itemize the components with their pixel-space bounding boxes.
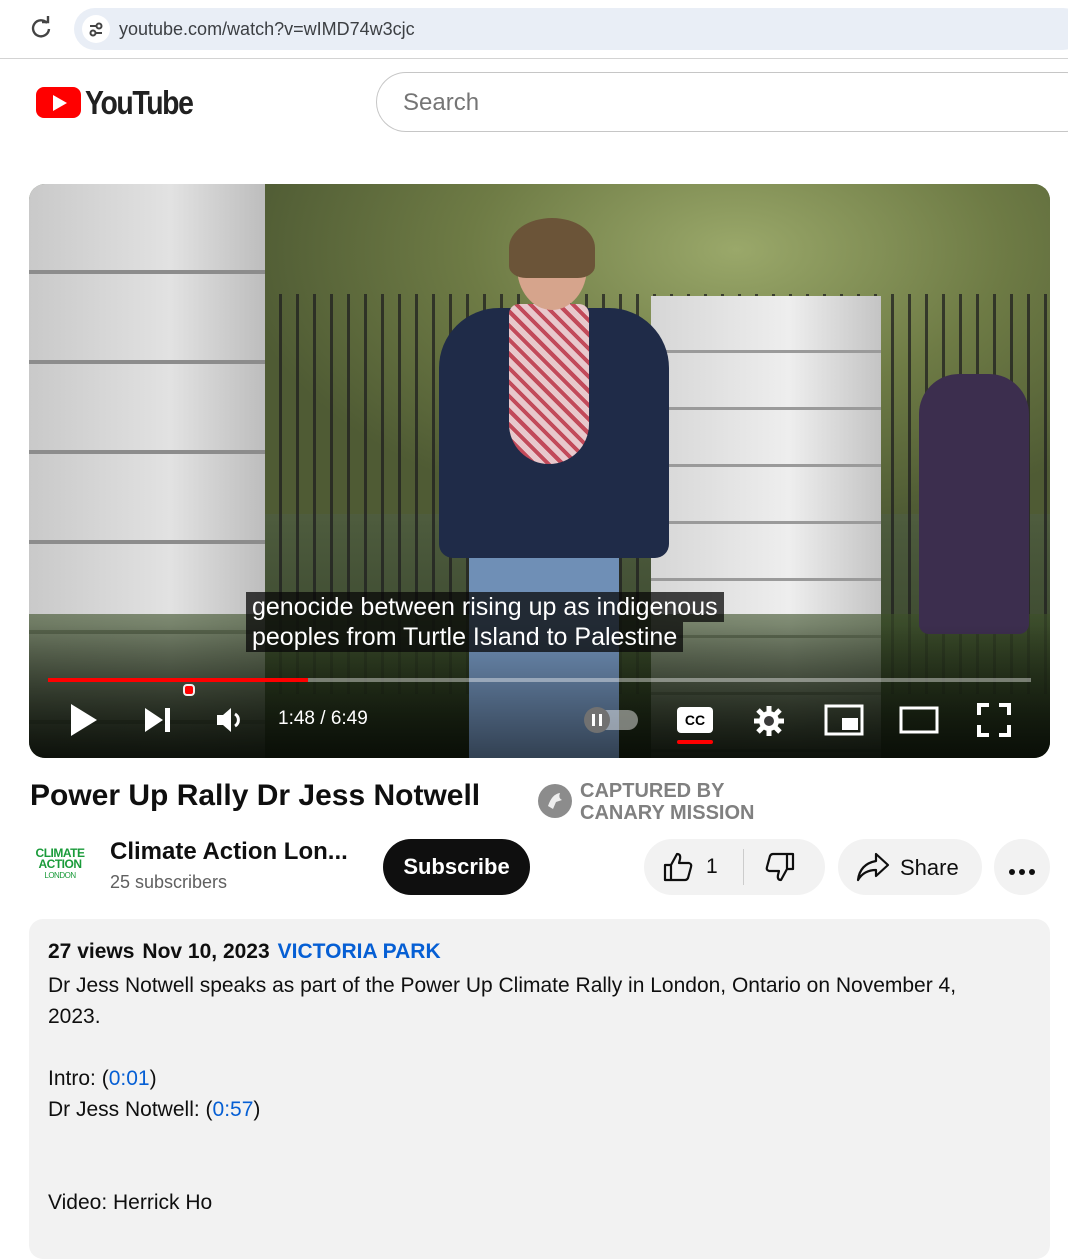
video-player[interactable]: genocide between rising up as indigenous… — [29, 184, 1050, 758]
url-text[interactable]: youtube.com/watch?v=wIMD74w3cjc — [119, 19, 415, 40]
intro-close: ) — [149, 1067, 157, 1090]
description-blank-line-3 — [48, 1156, 1008, 1187]
svg-text:CC: CC — [685, 712, 705, 728]
settings-gear-icon[interactable] — [752, 704, 786, 743]
subscriber-count: 25 subscribers — [110, 872, 228, 892]
video-frame-bystander — [919, 374, 1029, 634]
share-label: Share — [900, 855, 959, 880]
more-actions-button[interactable] — [994, 839, 1050, 895]
play-icon[interactable] — [69, 702, 99, 743]
caption-overlay: genocide between rising up as indigenous… — [246, 592, 724, 652]
description-credit-line: Video: Herrick Ho — [48, 1191, 213, 1214]
caption-line-2: peoples from Turtle Island to Palestine — [246, 622, 684, 652]
share-button[interactable]: Share — [838, 839, 982, 895]
subscribe-button[interactable]: Subscribe — [383, 839, 530, 895]
description-blank-line-2 — [48, 1125, 1008, 1156]
like-count: 1 — [706, 855, 718, 878]
captions-active-indicator — [677, 740, 713, 744]
channel-name[interactable]: Climate Action Lon... — [110, 838, 348, 866]
description-intro-line: Intro: (0:01) — [48, 1063, 1008, 1094]
description-blank-line — [48, 1032, 1008, 1063]
watermark-text: CAPTURED BY CANARY MISSION — [580, 780, 754, 824]
thumbs-up-icon — [662, 851, 694, 888]
address-bar[interactable]: youtube.com/watch?v=wIMD74w3cjc — [74, 8, 1068, 50]
upload-date: Nov 10, 2023 — [142, 940, 270, 963]
video-title: Power Up Rally Dr Jess Notwell — [30, 779, 481, 812]
thumbs-down-icon — [764, 851, 796, 888]
location-link[interactable]: VICTORIA PARK — [278, 940, 441, 963]
more-horizontal-icon — [1008, 863, 1036, 881]
speaker-label: Dr Jess Notwell: ( — [48, 1098, 213, 1121]
description-line-1: Dr Jess Notwell speaks as part of the Po… — [48, 974, 957, 1028]
caption-line-1: genocide between rising up as indigenous — [246, 592, 724, 622]
progress-bar[interactable] — [48, 678, 1031, 682]
speaker-hair — [509, 218, 595, 278]
youtube-logo-text: YouTube — [85, 84, 194, 121]
intro-label: Intro: ( — [48, 1067, 109, 1090]
time-display: 1:48 / 6:49 — [278, 708, 368, 729]
speaker-scarf — [509, 304, 589, 464]
chapter-marker[interactable] — [183, 684, 195, 696]
volume-icon[interactable] — [215, 706, 247, 739]
captions-icon[interactable]: CC — [676, 706, 714, 739]
description-box[interactable]: 27 views Nov 10, 2023 VICTORIA PARK Dr Jes… — [29, 919, 1050, 1259]
watermark-line-2: CANARY MISSION — [580, 802, 755, 824]
reload-icon[interactable] — [26, 14, 56, 44]
next-icon[interactable] — [143, 706, 173, 739]
dislike-button[interactable] — [744, 839, 825, 895]
channel-avatar[interactable]: CLIMATE ACTION LONDON — [30, 838, 90, 888]
intro-timestamp-link[interactable]: 0:01 — [109, 1067, 150, 1090]
progress-bar-played — [48, 678, 308, 682]
autoplay-toggle[interactable] — [584, 707, 638, 733]
speaker-timestamp-link[interactable]: 0:57 — [213, 1098, 254, 1121]
search-input[interactable] — [401, 87, 1005, 119]
fullscreen-icon[interactable] — [977, 703, 1011, 742]
site-info-icon[interactable] — [82, 15, 110, 43]
theater-mode-icon[interactable] — [899, 706, 939, 739]
youtube-play-logo-icon — [36, 87, 81, 118]
pause-icon — [584, 707, 610, 733]
description-body: Dr Jess Notwell speaks as part of the Po… — [48, 970, 1008, 1218]
search-box[interactable] — [376, 72, 1068, 132]
like-dislike-group: 1 — [644, 839, 825, 895]
miniplayer-icon[interactable] — [824, 704, 864, 741]
description-meta: 27 views Nov 10, 2023 VICTORIA PARK — [48, 940, 441, 964]
view-count: 27 views — [48, 940, 135, 963]
avatar-text-line-2: ACTION — [38, 857, 83, 871]
description-speaker-line: Dr Jess Notwell: (0:57) — [48, 1094, 1008, 1125]
share-arrow-icon — [856, 852, 890, 887]
watermark-line-1: CAPTURED BY — [580, 780, 725, 802]
speaker-close: ) — [253, 1098, 261, 1121]
browser-toolbar: youtube.com/watch?v=wIMD74w3cjc — [0, 0, 1068, 59]
avatar-text-line-3: LONDON — [44, 871, 76, 880]
watermark: CAPTURED BY CANARY MISSION — [538, 780, 778, 826]
like-button[interactable]: 1 — [644, 839, 743, 895]
watermark-bird-icon — [538, 784, 572, 818]
